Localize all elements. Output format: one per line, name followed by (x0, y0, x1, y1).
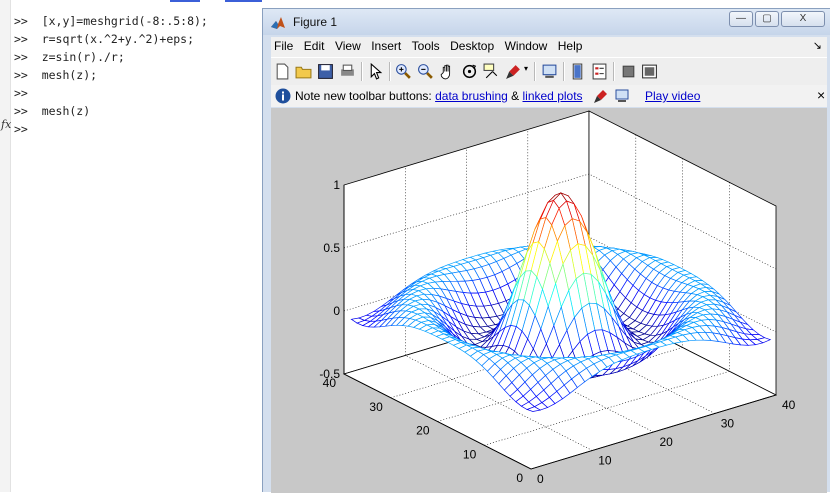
linked-plots-info-icon (615, 89, 629, 102)
toolbar-separator (389, 62, 391, 81)
save-icon[interactable] (317, 63, 334, 80)
rotate-3d-icon[interactable] (461, 63, 478, 80)
info-bar: Note new toolbar buttons: data brushing … (271, 85, 827, 107)
toolbar-separator (613, 62, 615, 81)
y-tick-label: 10 (463, 447, 477, 461)
menu-bar: File Edit View Insert Tools Desktop Wind… (271, 37, 827, 57)
mesh-plot[interactable]: 010203040010203040-0.500.51 (271, 108, 827, 493)
brush-icon[interactable] (505, 63, 522, 80)
plot-area[interactable]: 0 10 20 30 40 0 10 20 30 40 -0.5 0 0.5 1 (271, 108, 827, 493)
open-file-icon[interactable] (295, 63, 312, 80)
menu-view[interactable]: View (332, 37, 364, 56)
z-tick-label: 0.5 (323, 241, 340, 255)
x-tick-label: 20 (660, 435, 674, 449)
play-video-link[interactable]: Play video (645, 89, 700, 103)
figure-window: Figure 1 — ▢ X File Edit View Insert Too… (262, 8, 830, 493)
data-brushing-link[interactable]: data brushing (435, 89, 508, 103)
insert-legend-icon[interactable] (591, 63, 608, 80)
insert-colorbar-icon[interactable] (569, 63, 586, 80)
close-button[interactable]: X (781, 11, 825, 27)
command-line-5: >> (14, 86, 28, 100)
command-window[interactable]: >> [x,y]=meshgrid(-8:.5:8); >> r=sqrt(x.… (0, 0, 262, 492)
show-plot-tools-icon[interactable] (641, 63, 658, 80)
maximize-button[interactable]: ▢ (755, 11, 779, 27)
linked-plots-link[interactable]: linked plots (523, 89, 583, 103)
link-plot-icon[interactable] (541, 63, 558, 80)
menu-window[interactable]: Window (502, 37, 551, 56)
matlab-logo-icon (271, 17, 285, 29)
menu-tools[interactable]: Tools (409, 37, 443, 56)
data-cursor-icon[interactable] (483, 63, 500, 80)
brush-info-icon (594, 90, 607, 103)
menu-desktop[interactable]: Desktop (447, 37, 497, 56)
command-line-1: >> [x,y]=meshgrid(-8:.5:8); (14, 14, 208, 28)
minimize-button[interactable]: — (729, 11, 753, 27)
menu-edit[interactable]: Edit (301, 37, 328, 56)
edit-plot-arrow-icon[interactable] (367, 63, 384, 80)
hide-plot-tools-icon[interactable] (620, 63, 637, 80)
menu-insert[interactable]: Insert (368, 37, 404, 56)
x-tick-label: 10 (598, 454, 612, 468)
pan-hand-icon[interactable] (439, 63, 456, 80)
toolbar-separator (563, 62, 565, 81)
z-tick-label: 1 (333, 178, 340, 192)
toolbar-separator (534, 62, 536, 81)
zoom-out-icon[interactable] (417, 63, 434, 80)
figure-toolbar: ▾ (271, 57, 827, 86)
info-text: Note new toolbar buttons: data brushing … (295, 89, 583, 103)
command-line-2: >> r=sqrt(x.^2+y.^2)+eps; (14, 32, 195, 46)
z-tick-label: 0 (333, 304, 340, 318)
z-tick-label: -0.5 (319, 367, 340, 381)
y-tick-label: 0 (516, 471, 523, 485)
new-figure-icon[interactable] (274, 63, 291, 80)
toolbar-separator (361, 62, 363, 81)
dock-arrow-icon[interactable]: ↘ (810, 37, 825, 56)
command-prompt[interactable]: >> (14, 120, 28, 138)
command-line-6: >> mesh(z) (14, 104, 91, 118)
command-line-3: >> z=sin(r)./r; (14, 50, 125, 64)
close-infobar-icon[interactable]: × (817, 87, 825, 103)
info-icon (275, 88, 291, 104)
brush-dropdown-icon[interactable]: ▾ (524, 64, 528, 73)
print-icon[interactable] (339, 63, 356, 80)
function-browser-icon[interactable]: fx (1, 118, 11, 131)
figure-title: Figure 1 (293, 15, 338, 29)
x-tick-label: 30 (721, 417, 735, 431)
menu-help[interactable]: Help (555, 37, 586, 56)
y-tick-label: 30 (369, 400, 383, 414)
y-tick-label: 20 (416, 424, 430, 438)
command-line-4: >> mesh(z); (14, 68, 98, 82)
command-window-gutter (0, 0, 11, 492)
x-tick-label: 40 (782, 398, 796, 412)
menu-file[interactable]: File (271, 37, 296, 56)
zoom-in-icon[interactable] (395, 63, 412, 80)
figure-titlebar[interactable]: Figure 1 — ▢ X (263, 9, 830, 35)
x-tick-label: 0 (537, 472, 544, 486)
